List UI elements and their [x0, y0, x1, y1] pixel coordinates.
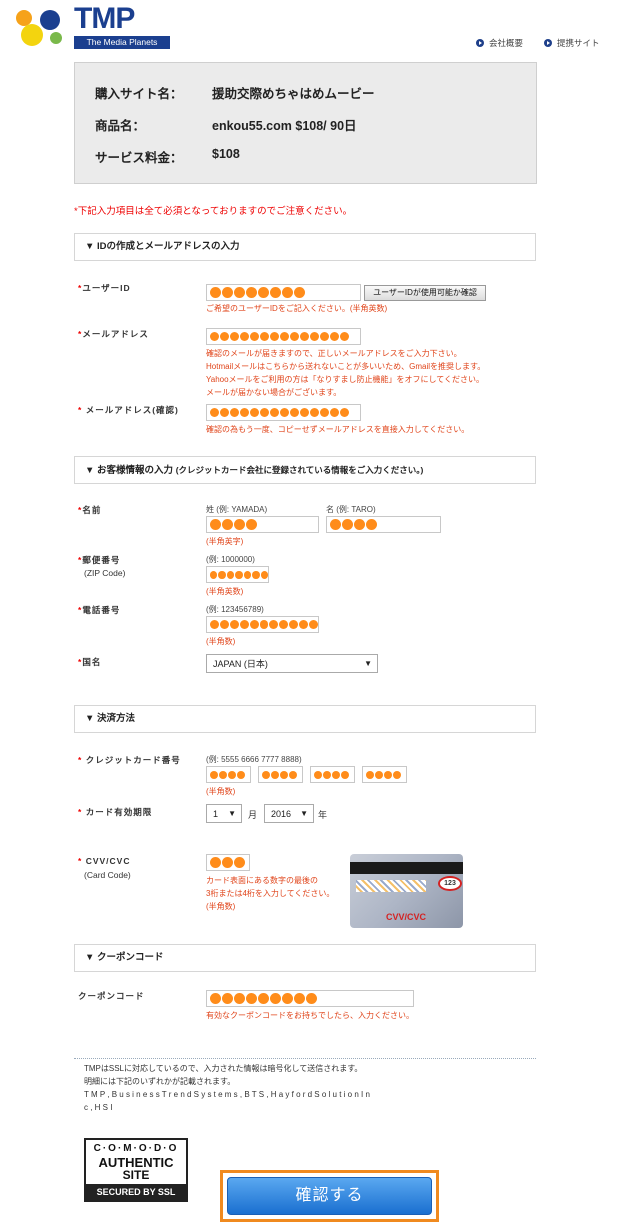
- magnetic-strip: [350, 862, 463, 874]
- product-label: 商品名：: [95, 119, 146, 133]
- expiry-month-select[interactable]: 1 ▼: [206, 804, 242, 823]
- nav-company-link[interactable]: 会社概要: [476, 37, 523, 49]
- cvv-sub-label: (Card Code): [84, 870, 131, 880]
- cvv-input[interactable]: [206, 854, 250, 871]
- card-number-input-2[interactable]: [258, 766, 303, 783]
- section-coupon-header: ▼ クーポンコード: [74, 944, 536, 972]
- email-input[interactable]: [206, 328, 361, 345]
- country-value: JAPAN (日本): [213, 659, 268, 669]
- arrow-circle-icon: [476, 39, 484, 47]
- signature-panel: [356, 880, 426, 892]
- card-number-label: * クレジットカード番号: [78, 755, 181, 765]
- logo-text: TMP: [74, 2, 135, 35]
- phone-example: (例: 123456789): [206, 605, 264, 614]
- card-code-highlight: 123: [438, 876, 462, 891]
- user-id-label: *ユーザーID: [78, 283, 131, 293]
- site-name-label: 購入サイト名：: [95, 87, 183, 101]
- nav-partner-link[interactable]: 提携サイト: [544, 37, 600, 49]
- zip-sub-label: (ZIP Code): [84, 568, 126, 578]
- zip-hint: (半角英数): [206, 587, 244, 596]
- expiry-month-value: 1: [213, 808, 219, 819]
- card-number-example: (例: 5555 6666 7777 8888): [206, 755, 302, 764]
- logo[interactable]: TMP The Media Planets: [74, 2, 170, 49]
- email-confirm-label: * メールアドレス(確認): [78, 405, 179, 415]
- month-unit: 月: [248, 810, 258, 820]
- confirm-button[interactable]: 確認する: [227, 1177, 432, 1215]
- card-number-input-1[interactable]: [206, 766, 251, 783]
- check-user-id-button[interactable]: ユーザーIDが使用可能か確認: [364, 285, 486, 301]
- required-notice: *下記入力項目は全て必須となっておりますのでご注意ください。: [74, 206, 353, 217]
- dropdown-arrow-icon: ▼: [228, 809, 236, 818]
- name-label: *名前: [78, 505, 102, 515]
- expiry-year-value: 2016: [271, 808, 292, 819]
- coupon-hint: 有効なクーポンコードをお持ちでしたら、入力ください。: [206, 1011, 414, 1020]
- site-name-value: 援助交際めちゃはめムービー: [212, 87, 375, 101]
- price-label: サービス料金：: [95, 151, 183, 165]
- card-number-input-4[interactable]: [362, 766, 407, 783]
- zip-input[interactable]: [206, 566, 269, 583]
- comodo-ssl-badge[interactable]: C·O·M·O·D·O AUTHENTIC SITE SECURED BY SS…: [84, 1138, 188, 1202]
- badge-brand: C·O·M·O·D·O: [93, 1143, 179, 1154]
- expiry-year-select[interactable]: 2016 ▼: [264, 804, 314, 823]
- nav-company-label: 会社概要: [489, 38, 524, 48]
- badge-site: SITE: [122, 1168, 150, 1182]
- phone-input[interactable]: [206, 616, 319, 633]
- footer-text: TMPはSSLに対応しているので、入力された情報は暗号化して送信されます。 明細…: [84, 1064, 370, 1112]
- cvv-card-illustration: 123 CVV/CVC: [350, 854, 463, 928]
- product-value: enkou55.com $108/ 90日: [212, 119, 357, 133]
- last-name-example: 姓 (例: YAMADA): [206, 505, 268, 514]
- last-name-input[interactable]: [206, 516, 319, 533]
- email-label: *メールアドレス: [78, 329, 149, 339]
- card-code-caption: CVV/CVC: [386, 912, 427, 922]
- price-value: $108: [212, 147, 240, 161]
- section-account-header: ▼ IDの作成とメールアドレスの入力: [74, 233, 536, 261]
- nav-partner-label: 提携サイト: [557, 38, 600, 48]
- email-confirm-hint: 確認の為もう一度、コピーせずメールアドレスを直接入力してください。: [206, 425, 470, 434]
- logo-subtitle: The Media Planets: [74, 36, 170, 49]
- phone-hint: (半角数): [206, 637, 236, 646]
- year-unit: 年: [318, 810, 328, 820]
- card-number-hint: (半角数): [206, 787, 236, 796]
- badge-secured: SECURED BY SSL: [86, 1184, 186, 1200]
- name-hint: (半角英字): [206, 537, 244, 546]
- cvv-label: * CVV/CVC: [78, 856, 131, 866]
- email-hint: 確認のメールが届きますので、正しいメールアドレスをご入力下さい。 Hotmail…: [206, 349, 486, 397]
- section-customer-header: ▼ お客様情報の入力 (クレジットカード会社に登録されている情報をご入力ください…: [74, 456, 536, 484]
- coupon-label: クーポンコード: [78, 991, 145, 1001]
- first-name-example: 名 (例: TARO): [326, 505, 376, 514]
- phone-label: *電話番号: [78, 605, 121, 615]
- country-select[interactable]: JAPAN (日本) ▼: [206, 654, 378, 673]
- card-expiry-label: * カード有効期限: [78, 807, 153, 817]
- zip-label: *郵便番号: [78, 555, 121, 565]
- email-confirm-input[interactable]: [206, 404, 361, 421]
- logo-mark: [16, 10, 62, 46]
- coupon-input[interactable]: [206, 990, 414, 1007]
- dropdown-arrow-icon: ▼: [364, 659, 372, 668]
- zip-example: (例: 1000000): [206, 555, 255, 564]
- user-id-hint: ご希望のユーザーIDをご記入ください。(半角英数): [206, 304, 388, 313]
- submit-highlight: 確認する: [220, 1170, 439, 1222]
- purchase-summary: 購入サイト名： 援助交際めちゃはめムービー 商品名： enkou55.com $…: [74, 62, 537, 184]
- country-label: *国名: [78, 657, 102, 667]
- first-name-input[interactable]: [326, 516, 441, 533]
- card-number-input-3[interactable]: [310, 766, 355, 783]
- user-id-input[interactable]: [206, 284, 361, 301]
- arrow-circle-icon: [544, 39, 552, 47]
- dropdown-arrow-icon: ▼: [300, 809, 308, 818]
- section-payment-header: ▼ 決済方法: [74, 705, 536, 733]
- cvv-hint: カード表面にある数字の最後の 3桁または4桁を入力してください。 (半角数): [206, 876, 335, 911]
- footer-divider: [74, 1058, 536, 1059]
